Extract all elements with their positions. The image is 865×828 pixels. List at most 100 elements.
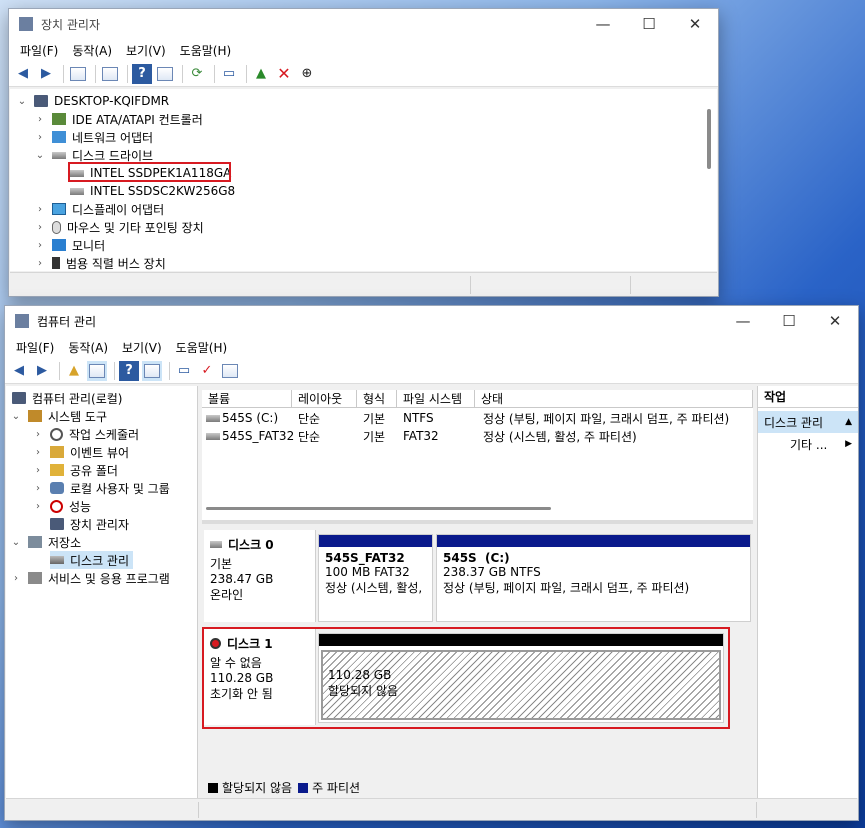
- column-header-layout[interactable]: 레이아웃: [292, 390, 357, 408]
- tree-item-display-adapter[interactable]: › 디스플레이 어댑터: [34, 200, 164, 218]
- chevron-right-icon[interactable]: ›: [34, 204, 46, 215]
- nav-label: 디스크 관리: [70, 553, 130, 568]
- table-cell[interactable]: 545S_FAT32: [222, 428, 294, 444]
- menu-file[interactable]: 파일(F): [9, 339, 61, 356]
- device-manager-icon: [50, 518, 64, 530]
- nav-item-event-viewer[interactable]: › 이벤트 뷰어: [32, 443, 129, 461]
- properties-icon[interactable]: [100, 64, 120, 84]
- forward-arrow-icon[interactable]: ▶: [32, 361, 52, 381]
- chevron-right-icon[interactable]: ›: [32, 465, 44, 476]
- disk-0-info[interactable]: 디스크 0 기본 238.47 GB 온라인: [204, 530, 316, 622]
- chevron-right-icon[interactable]: ›: [34, 222, 46, 233]
- column-header-volume[interactable]: 볼륨: [202, 390, 292, 408]
- chevron-right-icon[interactable]: ›: [32, 483, 44, 494]
- show-hide-tree-icon[interactable]: [68, 64, 88, 84]
- actions-more[interactable]: 기타 ... ▶: [758, 433, 858, 455]
- tree-item-label: 마우스 및 기타 포인팅 장치: [67, 220, 204, 235]
- column-header-type[interactable]: 형식: [357, 390, 397, 408]
- nav-item-storage[interactable]: ⌄ 저장소: [10, 533, 81, 551]
- chevron-right-icon[interactable]: ›: [34, 258, 46, 269]
- chevron-right-icon[interactable]: ›: [34, 132, 46, 143]
- display-adapter-icon: [52, 203, 66, 215]
- menu-action[interactable]: 동작(A): [61, 339, 115, 356]
- table-cell: NTFS: [403, 411, 434, 425]
- tree-item-mouse[interactable]: › 마우스 및 기타 포인팅 장치: [34, 218, 204, 236]
- users-icon: [50, 482, 64, 494]
- chevron-right-icon[interactable]: ›: [32, 447, 44, 458]
- nav-item-device-manager[interactable]: 장치 관리자: [50, 515, 129, 533]
- connect-icon[interactable]: ▭: [174, 361, 194, 381]
- properties-icon[interactable]: [220, 361, 240, 381]
- forward-arrow-icon[interactable]: ▶: [36, 64, 56, 84]
- view-icon[interactable]: [155, 64, 175, 84]
- device-manager-titlebar[interactable]: 장치 관리자 — ☐ ✕: [9, 9, 718, 39]
- view-icon[interactable]: [142, 360, 162, 381]
- menu-help[interactable]: 도움말(H): [173, 42, 239, 59]
- actions-pane: 작업 디스크 관리 ▲ 기타 ... ▶: [757, 386, 858, 798]
- partition-c[interactable]: 545S (C:) 238.37 GB NTFS 정상 (부팅, 페이지 파일,…: [436, 534, 751, 622]
- nav-label: 저장소: [48, 535, 82, 550]
- maximize-button[interactable]: ☐: [626, 9, 672, 39]
- nav-item-local-users[interactable]: › 로컬 사용자 및 그룹: [32, 479, 170, 497]
- computer-management-titlebar[interactable]: 컴퓨터 관리 — ☐ ✕: [5, 306, 858, 336]
- column-header-filesystem[interactable]: 파일 시스템: [397, 390, 475, 408]
- back-arrow-icon[interactable]: ◀: [13, 64, 33, 84]
- minimize-button[interactable]: —: [580, 9, 626, 39]
- menu-help[interactable]: 도움말(H): [169, 339, 235, 356]
- collapse-up-icon[interactable]: ▲: [845, 417, 852, 427]
- chevron-down-icon[interactable]: ⌄: [10, 537, 22, 548]
- tree-item-label: 디스플레이 어댑터: [72, 202, 165, 217]
- drive-icon: [206, 432, 220, 440]
- scan-hardware-icon[interactable]: ▭: [219, 64, 239, 84]
- up-folder-icon[interactable]: ▲: [64, 361, 84, 381]
- tree-root-computer[interactable]: ⌄ DESKTOP-KQIFDMR: [16, 92, 169, 110]
- menu-file[interactable]: 파일(F): [13, 42, 65, 59]
- uninstall-device-icon[interactable]: ✕: [274, 64, 294, 84]
- actions-section[interactable]: 디스크 관리 ▲: [758, 411, 858, 433]
- tree-item-ide-controller[interactable]: › IDE ATA/ATAPI 컨트롤러: [34, 110, 203, 128]
- menu-action[interactable]: 동작(A): [65, 42, 119, 59]
- show-hide-tree-icon[interactable]: [87, 360, 107, 381]
- maximize-button[interactable]: ☐: [766, 306, 812, 336]
- nav-root[interactable]: 컴퓨터 관리(로컬): [12, 389, 122, 407]
- help-icon[interactable]: ?: [119, 360, 139, 381]
- close-button[interactable]: ✕: [812, 306, 858, 336]
- chevron-right-icon[interactable]: ›: [32, 501, 44, 512]
- tree-item-usb[interactable]: › 범용 직렬 버스 장치: [34, 254, 166, 271]
- help-icon[interactable]: ?: [132, 63, 152, 84]
- vertical-scrollbar[interactable]: [707, 109, 711, 169]
- column-header-status[interactable]: 상태: [475, 390, 753, 408]
- back-arrow-icon[interactable]: ◀: [9, 361, 29, 381]
- menu-view[interactable]: 보기(V): [119, 42, 173, 59]
- chevron-right-icon[interactable]: ›: [34, 114, 46, 125]
- chevron-right-icon[interactable]: ›: [10, 573, 22, 584]
- chevron-down-icon[interactable]: ⌄: [16, 96, 28, 107]
- partition-fat32[interactable]: 545S_FAT32 100 MB FAT32 정상 (시스템, 활성,: [318, 534, 433, 622]
- chevron-down-icon[interactable]: ⌄: [34, 150, 46, 161]
- chevron-right-icon[interactable]: ›: [34, 240, 46, 251]
- nav-item-shared-folders[interactable]: › 공유 폴더: [32, 461, 118, 479]
- download-icon[interactable]: ⊕: [297, 64, 317, 84]
- tree-item-network-adapter[interactable]: › 네트워크 어댑터: [34, 128, 153, 146]
- volume-list: 볼륨 레이아웃 형식 파일 시스템 상태 545S (C:) 단순 기본 NTF…: [202, 390, 753, 520]
- update-driver-icon[interactable]: ⟳: [187, 64, 207, 84]
- minimize-button[interactable]: —: [720, 306, 766, 336]
- checklist-icon[interactable]: ✓: [197, 361, 217, 381]
- horizontal-scrollbar[interactable]: [206, 507, 551, 510]
- disk-icon: [210, 541, 222, 548]
- nav-item-services[interactable]: › 서비스 및 응용 프로그램: [10, 569, 170, 587]
- nav-item-task-scheduler[interactable]: › 작업 스케줄러: [32, 425, 139, 443]
- menu-view[interactable]: 보기(V): [115, 339, 169, 356]
- tree-item-label: IDE ATA/ATAPI 컨트롤러: [72, 112, 203, 127]
- chevron-down-icon[interactable]: ⌄: [10, 411, 22, 422]
- nav-item-performance[interactable]: › 성능: [32, 497, 91, 515]
- add-driver-icon[interactable]: ▲: [251, 64, 271, 84]
- nav-item-disk-management[interactable]: 디스크 관리: [50, 551, 134, 569]
- chevron-right-icon[interactable]: ›: [32, 429, 44, 440]
- close-button[interactable]: ✕: [672, 9, 718, 39]
- nav-item-system-tools[interactable]: ⌄ 시스템 도구: [10, 407, 107, 425]
- tree-item-monitor[interactable]: › 모니터: [34, 236, 105, 254]
- services-icon: [28, 572, 42, 584]
- tree-item-intel-ssdsc2kw256g8[interactable]: INTEL SSDSC2KW256G8: [70, 182, 235, 200]
- table-cell[interactable]: 545S (C:): [222, 410, 278, 426]
